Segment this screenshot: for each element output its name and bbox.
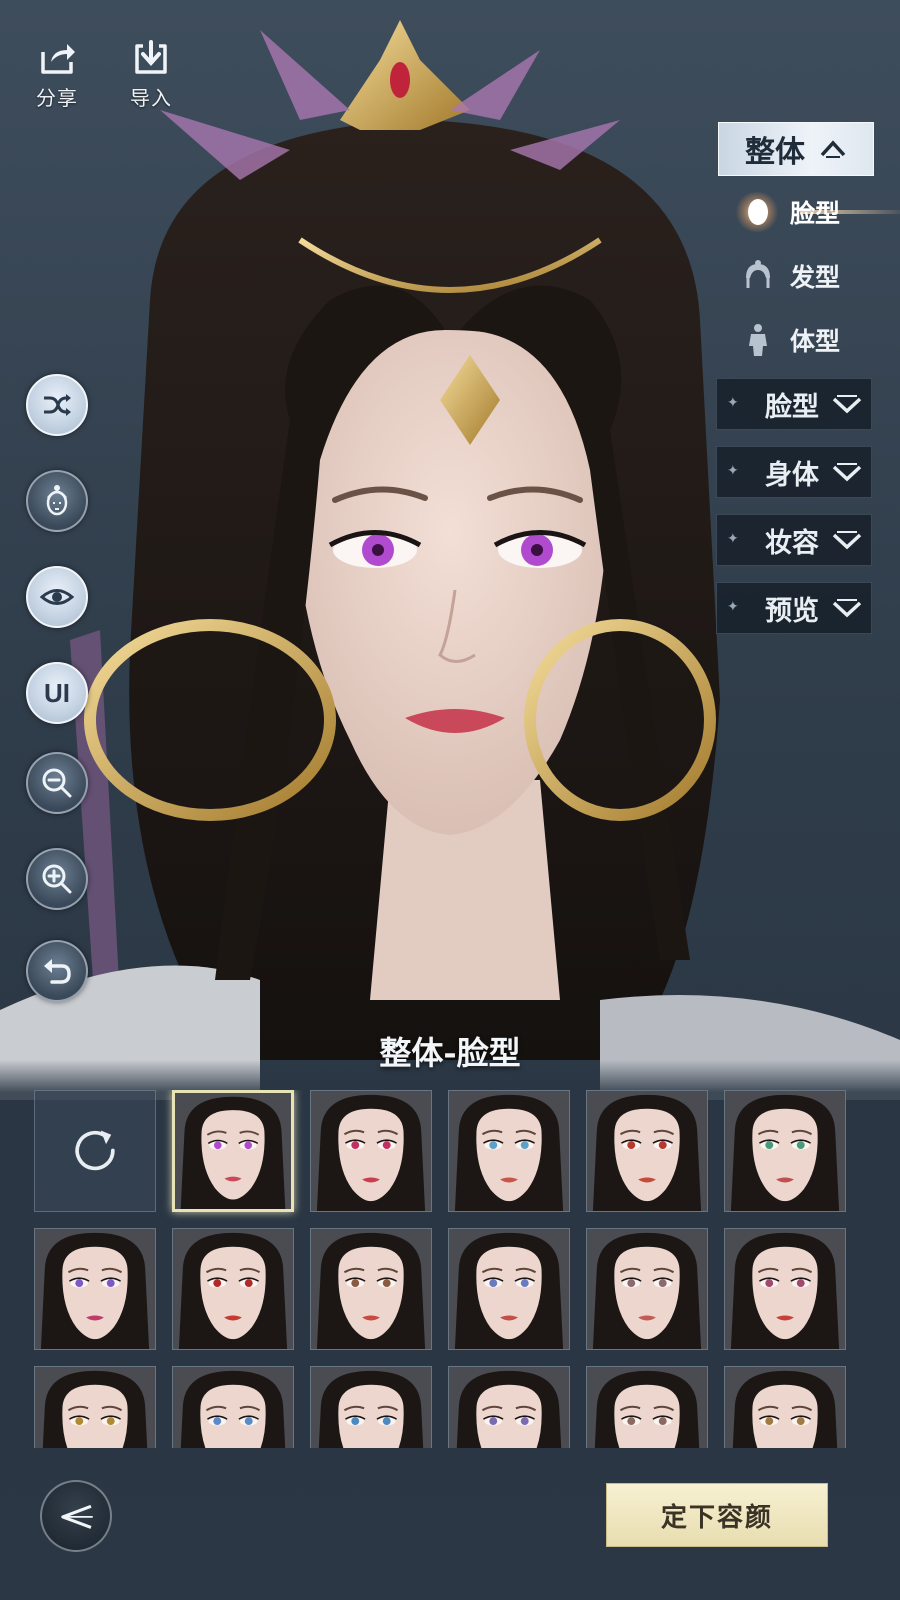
hairstyle-icon [746, 260, 770, 288]
share-button[interactable]: 分享 [22, 38, 92, 118]
sub-item-label: 体型 [790, 327, 841, 356]
preset-face-image [725, 1229, 845, 1349]
share-label: 分享 [36, 86, 78, 110]
zoom-in-button[interactable] [26, 848, 88, 910]
preset-face-image [173, 1229, 293, 1349]
preset-thumbnail[interactable] [724, 1228, 846, 1350]
undo-icon [44, 959, 71, 984]
overall-tab[interactable]: 整体 [718, 122, 874, 176]
sub-item-label: 脸型 [790, 199, 841, 228]
preset-thumbnail[interactable] [172, 1366, 294, 1448]
preset-thumbnail[interactable] [34, 1228, 156, 1350]
preset-thumbnail[interactable] [724, 1366, 846, 1448]
zoom-out-icon [42, 768, 72, 798]
zoom-in-icon [42, 864, 72, 894]
refresh-icon [75, 1130, 115, 1171]
preset-face-image [449, 1229, 569, 1349]
sub-item-body-type[interactable]: 体型 [740, 314, 890, 366]
chevron-down-icon [832, 463, 862, 482]
confirm-appearance-button[interactable]: 定下容颜 [606, 1483, 828, 1547]
sub-item-face-shape[interactable]: 脸型 [734, 186, 900, 238]
preset-face-image [725, 1091, 845, 1211]
preset-thumbnail[interactable] [172, 1090, 294, 1212]
preset-thumbnail[interactable] [586, 1228, 708, 1350]
preset-face-image [725, 1367, 845, 1448]
preset-thumbnail[interactable] [724, 1090, 846, 1212]
category-label: 妆容 [765, 527, 819, 559]
preset-thumbnail[interactable] [34, 1366, 156, 1448]
category-face-shape[interactable]: ✦ 脸型 [716, 378, 872, 430]
category-label: 脸型 [765, 391, 819, 423]
face-shape-icon [748, 199, 768, 225]
preset-face-image [173, 1367, 293, 1448]
preset-thumbnail[interactable] [448, 1366, 570, 1448]
preset-grid[interactable] [34, 1090, 866, 1448]
share-icon [41, 44, 75, 74]
preset-thumbnail[interactable] [310, 1228, 432, 1350]
preset-face-image [587, 1229, 707, 1349]
category-label: 预览 [765, 595, 819, 627]
face-icon [46, 485, 68, 516]
import-icon [135, 40, 167, 74]
back-button[interactable] [40, 1480, 112, 1552]
preset-face-image [449, 1091, 569, 1211]
preset-thumbnail[interactable] [172, 1228, 294, 1350]
preset-face-image [449, 1367, 569, 1448]
import-label: 导入 [130, 86, 172, 110]
preset-thumbnail[interactable] [310, 1366, 432, 1448]
category-makeup[interactable]: ✦ 妆容 [716, 514, 872, 566]
sparkle-icon: ✦ [727, 531, 739, 547]
chevron-down-icon [832, 599, 862, 618]
preset-face-image [35, 1367, 155, 1448]
preset-face-image [311, 1367, 431, 1448]
preset-thumbnail[interactable] [448, 1228, 570, 1350]
import-button[interactable]: 导入 [116, 38, 186, 118]
preset-thumbnail[interactable] [310, 1090, 432, 1212]
sparkle-icon: ✦ [727, 463, 739, 479]
randomize-button[interactable] [26, 374, 88, 436]
ui-toggle-label: UI [44, 677, 70, 708]
eye-toggle-button[interactable] [26, 566, 88, 628]
back-arrow-icon [61, 1504, 93, 1529]
preset-face-image [587, 1091, 707, 1211]
preset-thumbnail[interactable] [586, 1366, 708, 1448]
category-preview[interactable]: ✦ 预览 [716, 582, 872, 634]
eye-icon [40, 589, 74, 605]
sub-item-hairstyle[interactable]: 发型 [740, 250, 890, 302]
chevron-up-icon [820, 140, 846, 158]
preset-face-image [587, 1367, 707, 1448]
preset-thumbnail[interactable] [448, 1090, 570, 1212]
sparkle-icon: ✦ [727, 395, 739, 411]
reset-preset-button[interactable] [34, 1090, 156, 1212]
preset-face-image [311, 1229, 431, 1349]
sparkle-icon: ✦ [727, 599, 739, 615]
shuffle-icon [44, 394, 71, 416]
preset-face-image [311, 1091, 431, 1211]
chevron-down-icon [832, 395, 862, 414]
preset-face-image [35, 1229, 155, 1349]
preset-panel-title: 整体-脸型 [379, 1034, 521, 1072]
zoom-out-button[interactable] [26, 752, 88, 814]
category-body[interactable]: ✦ 身体 [716, 446, 872, 498]
chevron-down-icon [832, 531, 862, 550]
preset-face-image [175, 1093, 291, 1209]
face-focus-button[interactable] [26, 470, 88, 532]
body-type-icon [749, 324, 767, 356]
preset-thumbnail[interactable] [586, 1090, 708, 1212]
category-label: 身体 [765, 459, 819, 491]
sub-item-label: 发型 [790, 263, 841, 292]
overall-tab-label: 整体 [745, 135, 805, 170]
undo-button[interactable] [26, 940, 88, 1002]
ui-toggle-button[interactable]: UI [26, 662, 88, 724]
